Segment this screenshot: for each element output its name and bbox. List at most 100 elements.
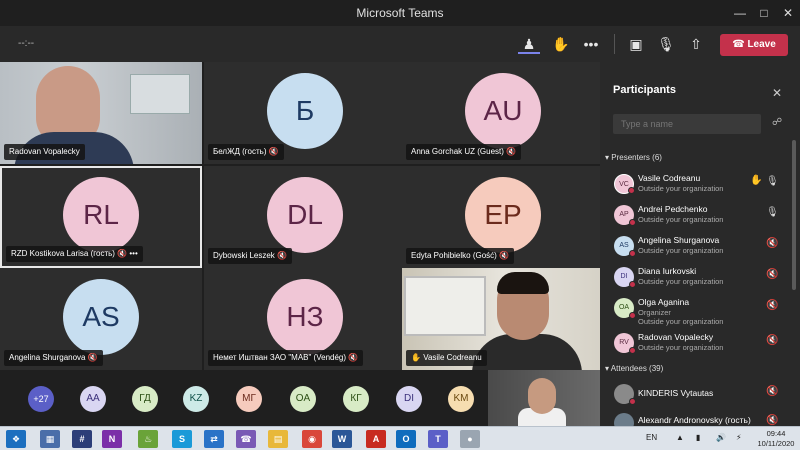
file-explorer-icon[interactable]: ▤ (268, 430, 288, 448)
presenters-header[interactable]: ▾ Presenters (6) (605, 153, 662, 162)
outlook-icon[interactable]: O (396, 430, 416, 448)
tray-expand-icon[interactable]: ▲ (676, 433, 684, 442)
share-screen-icon[interactable]: ⇧ (685, 34, 707, 54)
participant-chip[interactable]: МГ (236, 386, 262, 412)
participant-chip[interactable]: KZ (183, 386, 209, 412)
video-tile[interactable]: НЗ Немет Иштван ЗАО "МАВ" (Vendég) 🔇 (204, 268, 406, 370)
teams-icon[interactable]: T (428, 430, 448, 448)
more-options-icon[interactable]: ••• (129, 249, 137, 258)
tile-name-text: Anna Gorchak UZ (Guest) (411, 147, 504, 156)
mic-off-icon[interactable]: 🔇 (766, 269, 778, 280)
participant-name: Andrei Pedchenko (638, 204, 708, 214)
leave-button[interactable]: ☎ Leave (720, 34, 788, 56)
participant-search-input[interactable] (613, 114, 761, 134)
teamviewer-icon[interactable]: ⇄ (204, 430, 224, 448)
status-dot (629, 398, 636, 405)
app-icon[interactable]: ▦ (40, 430, 60, 448)
skype-icon[interactable]: S (172, 430, 192, 448)
start-icon[interactable]: ❖ (6, 430, 26, 448)
mic-off-icon[interactable]: 🔇 (766, 386, 778, 397)
participant-row[interactable]: KINDERIS Vytautas 🔇 (600, 379, 800, 409)
participant-name: Olga Aganina (638, 297, 690, 307)
word-icon[interactable]: W (332, 430, 352, 448)
acrobat-icon[interactable]: A (366, 430, 386, 448)
participant-row[interactable]: DI Diana Iurkovski Outside your organiza… (600, 262, 800, 292)
mic-off-icon[interactable]: 🔇 (766, 300, 778, 311)
video-tile[interactable]: Radovan Vopalecky (0, 62, 202, 164)
more-participants-button[interactable]: +27 (28, 386, 54, 412)
participant-row[interactable]: VC Vasile Codreanu Outside your organiza… (600, 169, 800, 199)
participant-row[interactable]: AP Andrei Pedchenko Outside your organiz… (600, 200, 800, 230)
participant-row[interactable]: RV Radovan Vopalecky Outside your organi… (600, 328, 800, 358)
avatar: DL (267, 177, 343, 253)
tile-name-text: Dybowski Leszek (213, 251, 275, 260)
more-actions-icon[interactable]: ••• (580, 34, 602, 54)
mic-on-icon[interactable]: 🎙 (766, 207, 779, 218)
participant-chip[interactable]: КГ (343, 386, 369, 412)
video-tile[interactable]: Б БелЖД (гость) 🔇 (204, 62, 406, 164)
avatar: AS (614, 236, 636, 257)
participant-name: KINDERIS Vytautas (638, 388, 714, 398)
video-tile-selected[interactable]: RL RZD Kostikova Larisa (гость) 🔇 ••• (0, 166, 202, 268)
participant-chip[interactable]: ГД (132, 386, 158, 412)
mic-off-icon[interactable]: 🔇 (766, 335, 778, 346)
mic-off-icon: 🔇 (277, 251, 288, 260)
camera-off-icon[interactable]: ▣ (625, 34, 647, 54)
meeting-timer: --:-- (18, 38, 35, 49)
tile-name: Edyta Pohibielko (Gość) 🔇 (406, 248, 515, 264)
avatar-initials: RV (619, 339, 629, 346)
maximize-icon[interactable]: □ (754, 4, 774, 22)
volume-icon[interactable]: 🔊 (716, 433, 726, 442)
mic-off-icon[interactable]: 🔇 (766, 238, 778, 249)
app-icon[interactable]: ● (460, 430, 480, 448)
close-window-icon[interactable]: ✕ (778, 4, 798, 22)
avatar: AU (465, 73, 541, 149)
app-icon[interactable]: ♨ (138, 430, 158, 448)
avatar: RL (63, 177, 139, 253)
language-indicator[interactable]: EN (646, 433, 657, 442)
participant-row[interactable]: Alexandr Andronovsky (гость) 🔇 (600, 408, 800, 426)
avatar-photo (614, 384, 636, 405)
status-dot (629, 312, 636, 319)
video-tile[interactable]: DL Dybowski Leszek 🔇 (204, 166, 406, 268)
network-icon[interactable]: ▮ (696, 433, 700, 442)
participant-chip[interactable]: AA (80, 386, 106, 412)
status-dot (629, 347, 636, 354)
attendees-header[interactable]: ▾ Attendees (39) (605, 364, 663, 373)
self-video-preview[interactable] (488, 370, 600, 426)
mic-off-icon[interactable]: 🔇 (766, 415, 778, 426)
participant-name: Alexandr Andronovsky (гость) (638, 415, 751, 425)
participant-chip[interactable]: DI (396, 386, 422, 412)
viber-icon[interactable]: ☎ (236, 430, 256, 448)
tile-name-text: RZD Kostikova Larisa (гость) (11, 249, 115, 258)
onenote-icon[interactable]: N (102, 430, 122, 448)
chrome-icon[interactable]: ◉ (302, 430, 322, 448)
participants-panel: Participants ✕ ☍ ▾ Presenters (6) VC Vas… (600, 62, 800, 426)
minimize-icon[interactable]: — (730, 4, 750, 22)
video-tile[interactable]: EP Edyta Pohibielko (Gość) 🔇 (402, 166, 604, 268)
tile-name: RZD Kostikova Larisa (гость) 🔇 ••• (6, 246, 143, 262)
tile-name: ✋ Vasile Codreanu (406, 350, 487, 366)
participant-row[interactable]: OA Olga Aganina Organizer Outside your o… (600, 293, 800, 329)
participant-row[interactable]: AS Angelina Shurganova Outside your orga… (600, 231, 800, 261)
participants-icon[interactable]: ♟ (518, 34, 540, 54)
participant-chip[interactable]: OA (290, 386, 316, 412)
mic-off-icon: 🔇 (506, 147, 517, 156)
tile-name-text: Vasile Codreanu (423, 353, 482, 362)
video-tile[interactable]: AS Angelina Shurganova 🔇 (0, 268, 202, 370)
mic-off-icon[interactable]: 🎙 (655, 34, 677, 54)
participant-chip[interactable]: KM (448, 386, 474, 412)
close-panel-icon[interactable]: ✕ (772, 86, 782, 100)
raised-hand-icon: ✋ (750, 175, 763, 186)
video-tile[interactable]: AU Anna Gorchak UZ (Guest) 🔇 (402, 62, 604, 164)
app-icon[interactable]: # (72, 430, 92, 448)
panel-scrollbar[interactable] (792, 140, 796, 290)
raise-hand-icon[interactable]: ✋ (550, 34, 572, 54)
share-invite-icon[interactable]: ☍ (772, 117, 782, 128)
participant-subtitle: Outside your organization (638, 317, 724, 326)
participant-name: Radovan Vopalecky (638, 332, 714, 342)
power-icon[interactable]: ⚡ (736, 433, 742, 442)
taskbar-clock[interactable]: 09:44 10/11/2020 (754, 429, 798, 449)
mic-on-icon[interactable]: 🎙 (766, 176, 779, 187)
video-tile[interactable]: ✋ Vasile Codreanu (402, 268, 604, 370)
